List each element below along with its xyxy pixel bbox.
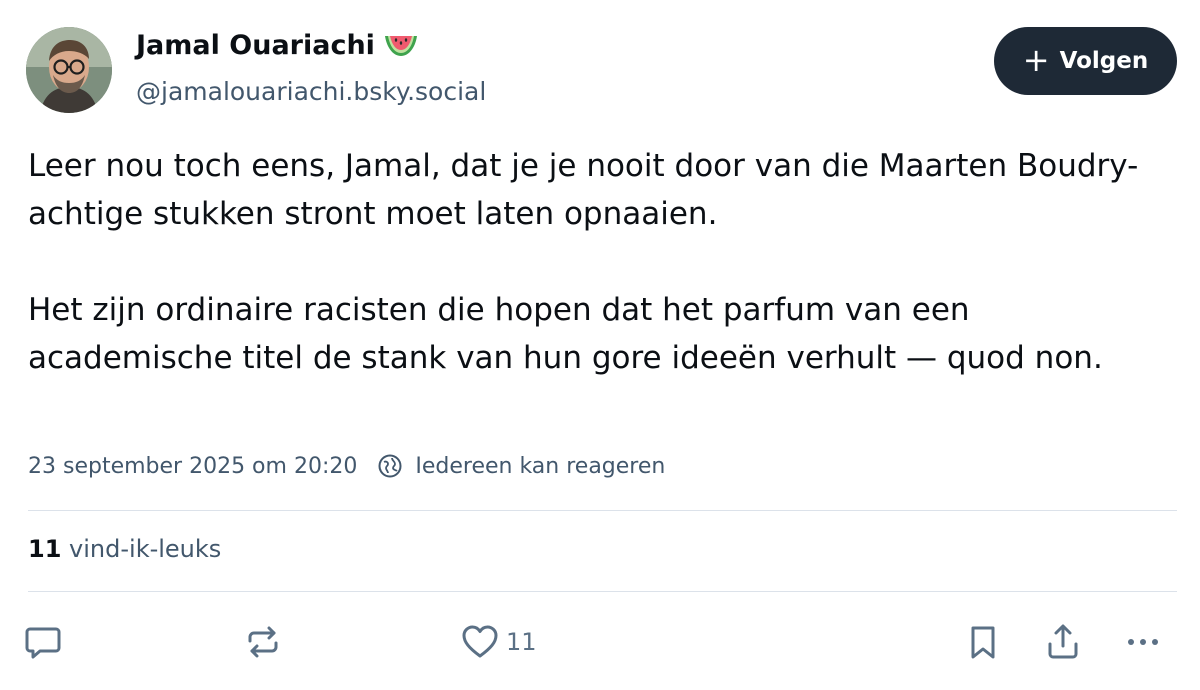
bookmark-button[interactable] — [962, 620, 1004, 664]
divider — [28, 510, 1177, 511]
post-meta: 23 september 2025 om 20:20 Iedereen kan … — [28, 453, 665, 479]
author-name-text: Jamal Ouariachi — [136, 30, 375, 61]
share-icon — [1048, 624, 1078, 659]
author-name[interactable]: Jamal Ouariachi — [136, 30, 419, 61]
plus-icon: + — [1022, 40, 1050, 79]
like-count: 11 — [506, 628, 537, 656]
avatar[interactable] — [26, 27, 112, 113]
post-card: Jamal Ouariachi @jamalouariachi.bsky.soc… — [0, 0, 1200, 690]
reply-setting: Iedereen kan reageren — [415, 453, 666, 479]
share-button[interactable] — [1042, 620, 1084, 664]
reply-button[interactable] — [22, 620, 64, 664]
more-options-button[interactable] — [1122, 620, 1164, 664]
globe-icon — [378, 454, 402, 478]
follow-button[interactable]: + Volgen — [994, 27, 1177, 95]
post-timestamp[interactable]: 23 september 2025 om 20:20 — [28, 454, 357, 479]
repost-icon — [248, 626, 278, 658]
watermelon-emoji-icon — [384, 35, 417, 56]
divider — [28, 591, 1177, 592]
post-text: Leer nou toch eens, Jamal, dat je je noo… — [28, 142, 1178, 382]
follow-button-label: Volgen — [1059, 48, 1149, 74]
bookmark-icon — [971, 626, 995, 659]
likes-summary[interactable]: 11 vind-ik-leuks — [28, 535, 221, 563]
likes-count: 11 — [28, 535, 62, 563]
more-icon — [1128, 639, 1158, 645]
avatar-image — [26, 27, 112, 113]
comment-icon — [25, 627, 61, 659]
post-paragraph: Het zijn ordinaire racisten die hopen da… — [28, 292, 1103, 376]
author-handle[interactable]: @jamalouariachi.bsky.social — [136, 77, 486, 106]
post-paragraph: Leer nou toch eens, Jamal, dat je je noo… — [28, 148, 1139, 232]
repost-button[interactable] — [242, 620, 284, 664]
likes-label: vind-ik-leuks — [69, 535, 222, 563]
like-button[interactable]: 11 — [460, 620, 537, 664]
heart-icon — [462, 625, 498, 658]
